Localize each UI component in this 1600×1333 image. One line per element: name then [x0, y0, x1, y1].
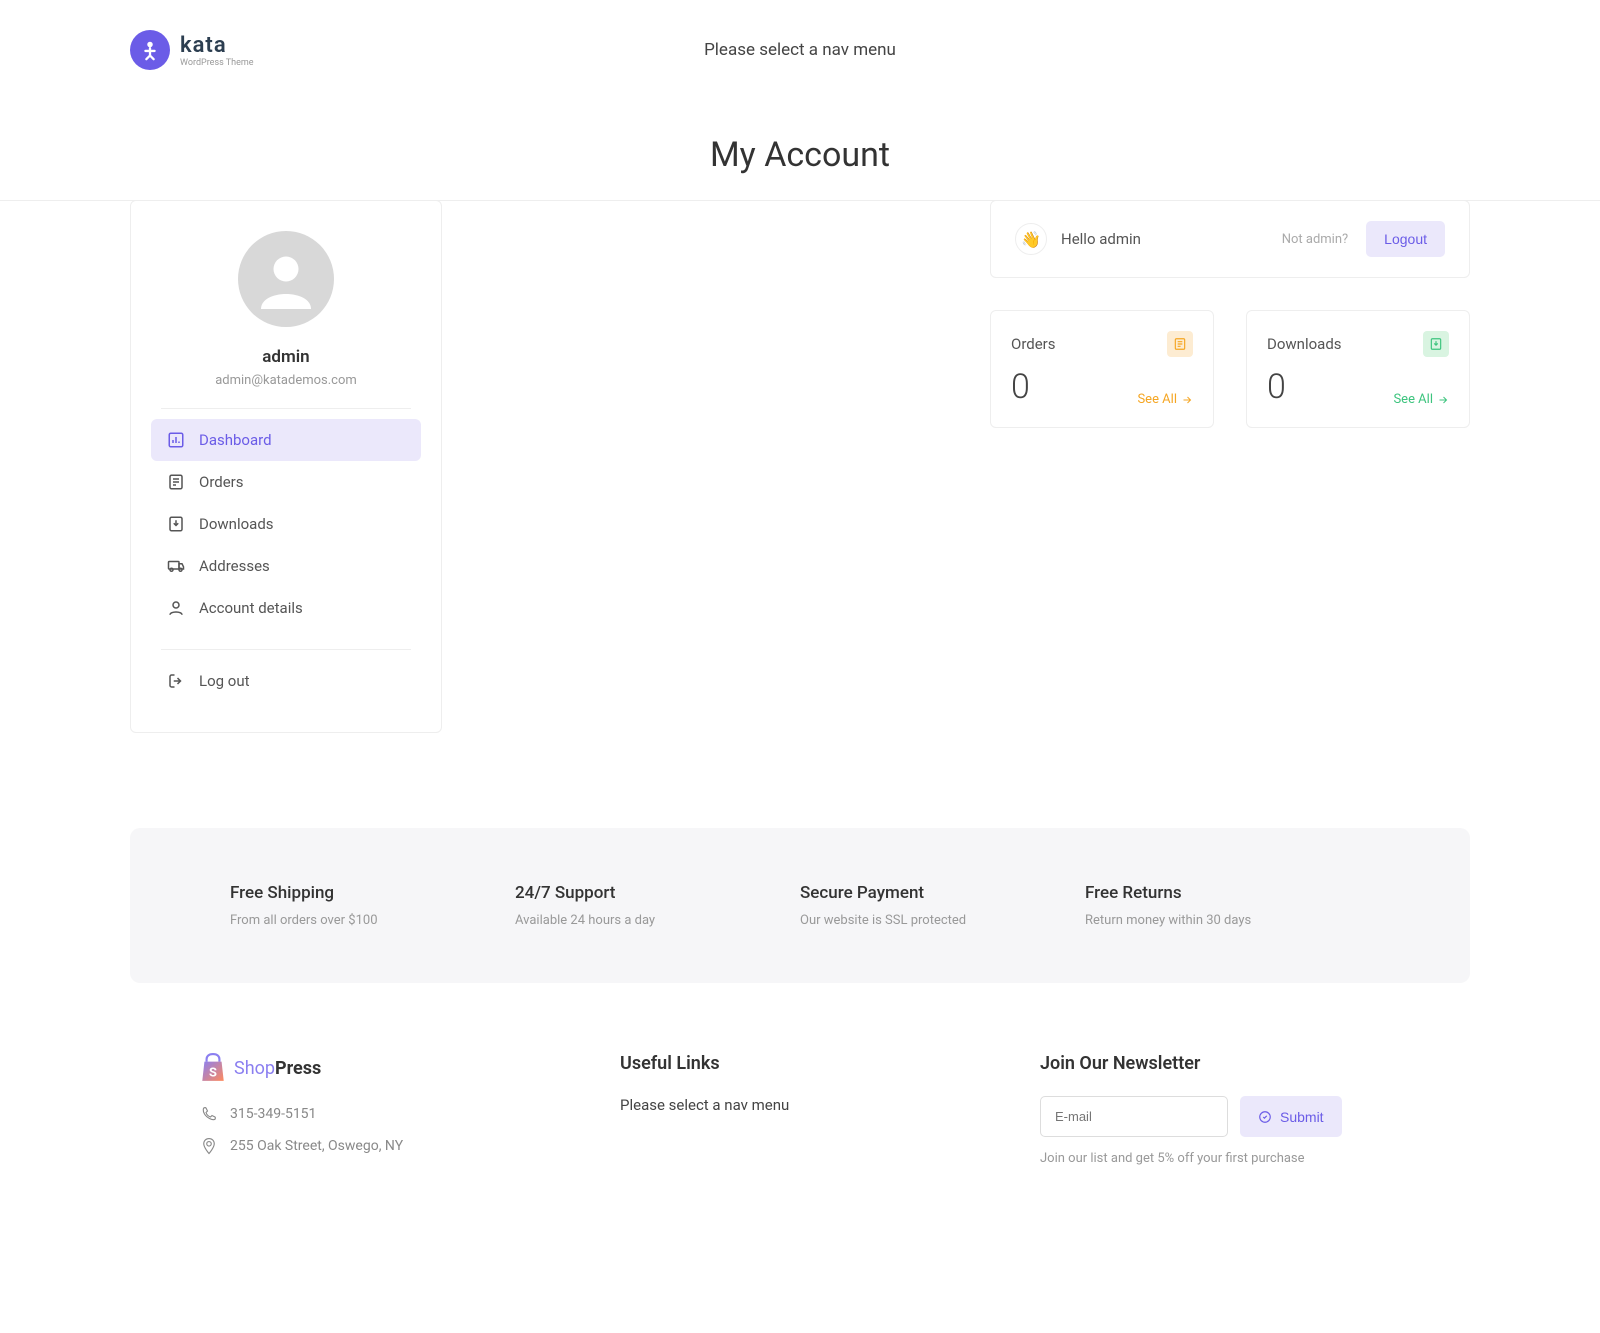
- user-email: admin@katademos.com: [151, 373, 421, 388]
- phone-icon: [200, 1105, 218, 1123]
- stat-card-downloads: Downloads 0 See All: [1246, 310, 1470, 428]
- features-bar: Free Shipping From all orders over $100 …: [130, 828, 1470, 983]
- newsletter-title: Join Our Newsletter: [1040, 1053, 1400, 1074]
- logo-subtitle: WordPress Theme: [180, 58, 254, 68]
- orders-stat-icon: [1167, 331, 1193, 357]
- footer-contact: S ShopPress 315-349-5151 255 Oak Street,…: [200, 1053, 560, 1169]
- sidebar-item-addresses[interactable]: Addresses: [151, 545, 421, 587]
- sidebar-item-label: Orders: [199, 473, 244, 491]
- wave-icon: 👋: [1015, 223, 1047, 255]
- arrow-right-icon: [1181, 394, 1193, 406]
- greeting-text: Hello admin: [1061, 230, 1141, 248]
- feature-shipping: Free Shipping From all orders over $100: [230, 883, 515, 928]
- feature-support: 24/7 Support Available 24 hours a day: [515, 883, 800, 928]
- see-all-orders[interactable]: See All: [1137, 392, 1193, 407]
- footer-newsletter: Join Our Newsletter Submit Join our list…: [1040, 1053, 1400, 1169]
- stat-title: Orders: [1011, 335, 1056, 353]
- orders-icon: [167, 473, 185, 491]
- stat-count: 0: [1011, 367, 1030, 407]
- sidebar-item-label: Log out: [199, 672, 250, 690]
- feature-title: Free Shipping: [230, 883, 515, 903]
- sidebar-item-label: Addresses: [199, 557, 270, 575]
- logout-button[interactable]: Logout: [1366, 221, 1445, 257]
- account-sidebar: admin admin@katademos.com Dashboard Orde…: [130, 200, 442, 733]
- sidebar-item-orders[interactable]: Orders: [151, 461, 421, 503]
- feature-title: 24/7 Support: [515, 883, 800, 903]
- account-icon: [167, 599, 185, 617]
- logo-name: kata: [180, 33, 254, 58]
- shoppress-icon: S: [200, 1053, 226, 1083]
- feature-returns: Free Returns Return money within 30 days: [1085, 883, 1370, 928]
- footer-links: Useful Links Please select a nav menu: [620, 1053, 980, 1169]
- stat-title: Downloads: [1267, 335, 1342, 353]
- location-icon: [200, 1137, 218, 1155]
- contact-address: 255 Oak Street, Oswego, NY: [200, 1137, 560, 1155]
- email-input[interactable]: [1040, 1096, 1228, 1137]
- sidebar-item-account-details[interactable]: Account details: [151, 587, 421, 629]
- hello-card: 👋 Hello admin Not admin? Logout: [990, 200, 1470, 278]
- svg-text:S: S: [209, 1066, 217, 1081]
- avatar: [238, 231, 334, 327]
- feature-secure: Secure Payment Our website is SSL protec…: [800, 883, 1085, 928]
- logo-icon: [130, 30, 170, 70]
- downloads-icon: [167, 515, 185, 533]
- stat-count: 0: [1267, 367, 1286, 407]
- sidebar-item-label: Downloads: [199, 515, 274, 533]
- see-all-downloads[interactable]: See All: [1393, 392, 1449, 407]
- newsletter-subtext: Join our list and get 5% off your first …: [1040, 1151, 1400, 1166]
- sidebar-item-dashboard[interactable]: Dashboard: [151, 419, 421, 461]
- addresses-icon: [167, 557, 185, 575]
- arrow-right-icon: [1437, 394, 1449, 406]
- sidebar-item-label: Dashboard: [199, 431, 272, 449]
- logo[interactable]: kata WordPress Theme: [130, 30, 254, 70]
- submit-button[interactable]: Submit: [1240, 1096, 1342, 1137]
- contact-phone: 315-349-5151: [200, 1105, 560, 1123]
- not-user-link[interactable]: Not admin?: [1282, 232, 1348, 247]
- sidebar-item-logout[interactable]: Log out: [151, 660, 421, 702]
- user-name: admin: [151, 347, 421, 367]
- page-title: My Account: [0, 100, 1600, 200]
- feature-title: Secure Payment: [800, 883, 1085, 903]
- sidebar-item-label: Account details: [199, 599, 303, 617]
- stat-card-orders: Orders 0 See All: [990, 310, 1214, 428]
- dashboard-icon: [167, 431, 185, 449]
- logout-icon: [167, 672, 185, 690]
- shoppress-logo[interactable]: S ShopPress: [200, 1053, 560, 1083]
- send-icon: [1258, 1110, 1272, 1124]
- feature-title: Free Returns: [1085, 883, 1370, 903]
- feature-sub: Our website is SSL protected: [800, 913, 1085, 928]
- footer-links-msg: Please select a nav menu: [620, 1096, 980, 1114]
- nav-placeholder-message: Please select a nav menu: [704, 40, 896, 60]
- downloads-stat-icon: [1423, 331, 1449, 357]
- feature-sub: From all orders over $100: [230, 913, 515, 928]
- feature-sub: Return money within 30 days: [1085, 913, 1370, 928]
- sidebar-item-downloads[interactable]: Downloads: [151, 503, 421, 545]
- feature-sub: Available 24 hours a day: [515, 913, 800, 928]
- footer-links-title: Useful Links: [620, 1053, 980, 1074]
